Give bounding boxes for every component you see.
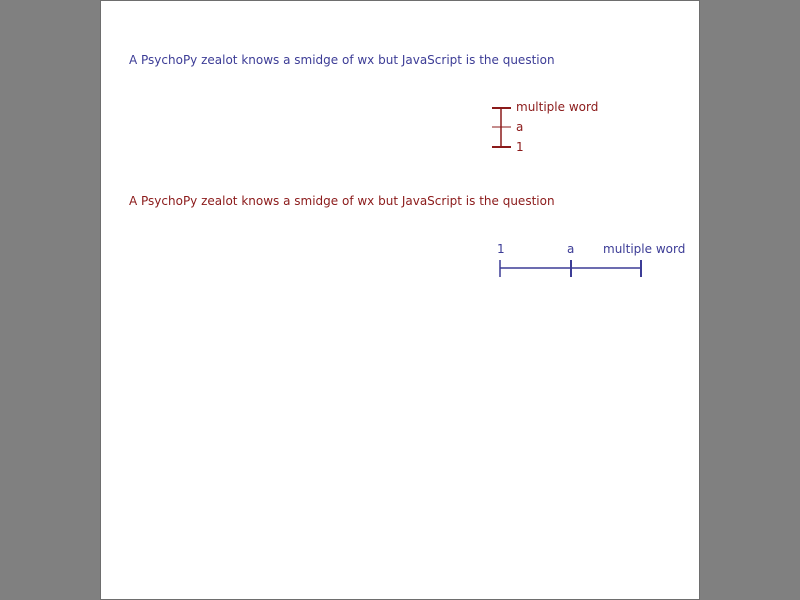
- horizontal-slider-label-middle: a: [567, 242, 575, 256]
- horizontal-slider-label-right: multiple word: [603, 242, 686, 256]
- horizontal-slider[interactable]: [0, 0, 800, 600]
- horizontal-slider-label-left: 1: [497, 242, 505, 256]
